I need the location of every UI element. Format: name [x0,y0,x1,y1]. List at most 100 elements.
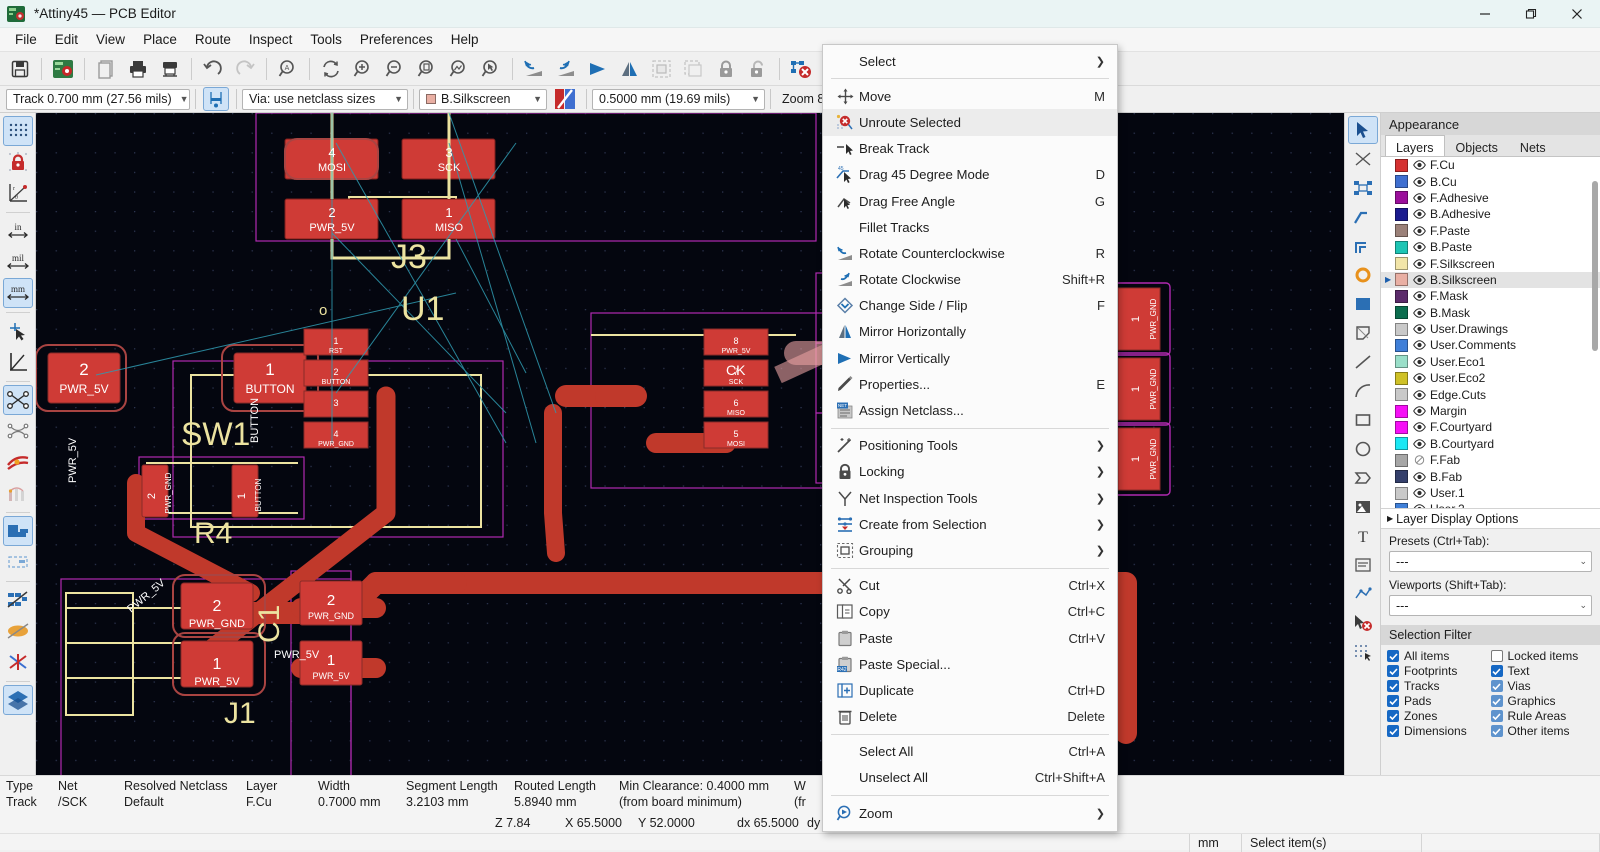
zone-fill-button[interactable] [3,616,33,646]
viewports-select[interactable]: --- ⌄ [1389,595,1592,616]
eye-icon[interactable] [1412,406,1427,416]
menu-item-copy[interactable]: CopyCtrl+C [823,599,1117,625]
eye-icon[interactable] [1412,357,1427,367]
eye-icon[interactable] [1412,226,1427,236]
menu-item-positioning-tools[interactable]: Positioning Tools❯ [823,433,1117,459]
via-size-select[interactable]: Via: use netclass sizes ▼ [242,89,408,110]
tab-objects[interactable]: Objects [1445,135,1509,156]
zoom-fit-selection-icon[interactable] [477,55,505,83]
eye-icon[interactable] [1412,242,1427,252]
layer-color-swatch[interactable] [1395,257,1408,270]
layer-row-f-adhesive[interactable]: F.Adhesive [1381,190,1600,206]
eye-icon[interactable] [1412,160,1427,170]
ratsnest-mode-button[interactable] [3,478,33,508]
eye-icon[interactable] [1412,308,1427,318]
menu-item-change-side-flip[interactable]: Change Side / FlipF [823,293,1117,319]
layer-row-user-eco1[interactable]: User.Eco1 [1381,354,1600,370]
track-fill-button[interactable] [3,516,33,546]
menu-item-duplicate[interactable]: DuplicateCtrl+D [823,677,1117,703]
layer-row-b-silkscreen[interactable]: ▶B.Silkscreen [1381,272,1600,288]
eye-icon[interactable] [1412,472,1427,482]
menu-item-mirror-vertically[interactable]: Mirror Vertically [823,345,1117,371]
layer-color-swatch[interactable] [1395,175,1408,188]
eye-off-icon[interactable] [1412,455,1427,465]
layer-color-swatch[interactable] [1395,421,1408,434]
find-icon[interactable]: A [274,55,302,83]
layer-row-b-courtyard[interactable]: B.Courtyard [1381,436,1600,452]
menu-item-drag-45-degree-mode[interactable]: 45Drag 45 Degree ModeD [823,162,1117,188]
tab-nets[interactable]: Nets [1509,135,1557,156]
track-width-auto-icon[interactable] [203,87,229,111]
selection-filter-tracks[interactable]: Tracks [1387,679,1491,693]
layer-color-swatch[interactable] [1395,273,1408,286]
layer-row-f-mask[interactable]: F.Mask [1381,288,1600,304]
close-button[interactable] [1554,0,1600,28]
draw-circle-button[interactable] [1348,435,1378,463]
layer-row-b-adhesive[interactable]: B.Adhesive [1381,206,1600,222]
selection-filter-all-items[interactable]: All items [1387,649,1491,663]
menu-item-properties[interactable]: Properties...E [823,371,1117,397]
draw-arc-button[interactable] [1348,377,1378,405]
add-via-button[interactable] [1348,261,1378,289]
eye-icon[interactable] [1412,259,1427,269]
plot-icon[interactable] [156,55,184,83]
layer-row-f-fab[interactable]: F.Fab [1381,452,1600,468]
menu-inspect[interactable]: Inspect [240,29,302,50]
menu-tools[interactable]: Tools [301,29,351,50]
menu-item-delete[interactable]: DeleteDelete [823,704,1117,730]
eye-icon[interactable] [1412,390,1427,400]
menu-place[interactable]: Place [134,29,186,50]
units-mm-button[interactable]: mm [3,278,33,308]
add-rule-area-button[interactable] [1348,319,1378,347]
mirror-vertical-icon[interactable] [584,55,612,83]
eye-icon[interactable] [1412,324,1427,334]
menu-item-grouping[interactable]: Grouping❯ [823,537,1117,563]
layer-color-swatch[interactable] [1395,323,1408,336]
presets-select[interactable]: --- ⌄ [1389,551,1592,572]
selection-filter-footprints[interactable]: Footprints [1387,664,1491,678]
draw-polygon-button[interactable] [1348,464,1378,492]
layer-color-swatch[interactable] [1395,388,1408,401]
layer-row-user-comments[interactable]: User.Comments [1381,337,1600,353]
print-icon[interactable] [124,55,152,83]
rotate-ccw-icon[interactable] [520,55,548,83]
curved-ratsnest-button[interactable] [3,416,33,446]
layer-list[interactable]: F.CuB.CuF.AdhesiveB.AdhesiveF.PasteB.Pas… [1381,157,1600,509]
eye-icon[interactable] [1412,422,1427,432]
contrast-mode-button[interactable] [3,685,33,715]
layer-row-f-cu[interactable]: F.Cu [1381,157,1600,173]
menu-item-paste[interactable]: PasteCtrl+V [823,625,1117,651]
tab-layers[interactable]: Layers [1385,135,1445,156]
place-footprint-button[interactable] [1348,174,1378,202]
toggle-rotation-button[interactable] [3,347,33,377]
menu-item-cut[interactable]: CutCtrl+X [823,573,1117,599]
layer-color-swatch[interactable] [1395,208,1408,221]
checkbox-icon[interactable] [1387,725,1399,737]
layer-row-edge-cuts[interactable]: Edge.Cuts [1381,386,1600,402]
mirror-horizontal-icon[interactable] [616,55,644,83]
checkbox-icon[interactable] [1491,725,1503,737]
menu-item-grid[interactable]: Grid❯ [823,826,1117,832]
route-track-button[interactable] [1348,203,1378,231]
menu-item-select-all[interactable]: Select AllCtrl+A [823,739,1117,765]
layer-row-f-paste[interactable]: F.Paste [1381,223,1600,239]
eye-icon[interactable] [1412,291,1427,301]
checkbox-icon[interactable] [1491,650,1503,662]
drc-icon[interactable] [787,55,815,83]
layer-row-f-silkscreen[interactable]: F.Silkscreen [1381,255,1600,271]
set-origin-button[interactable] [1348,638,1378,666]
zoom-out-icon[interactable] [381,55,409,83]
rotate-cw-icon[interactable] [552,55,580,83]
menu-item-unselect-all[interactable]: Unselect AllCtrl+Shift+A [823,765,1117,791]
add-image-button[interactable] [1348,493,1378,521]
eye-icon[interactable] [1412,439,1427,449]
selection-filter-dimensions[interactable]: Dimensions [1387,724,1491,738]
pcb-canvas[interactable]: 4 MOSI 3 SCK 2 PWR_5V 1 MISO 2 PWR_5V 1 … [36,113,1344,775]
menu-item-break-track[interactable]: Break Track [823,136,1117,162]
layer-color-swatch[interactable] [1395,470,1408,483]
eye-icon[interactable] [1412,504,1427,509]
layer-color-swatch[interactable] [1395,159,1408,172]
add-zone-button[interactable] [1348,290,1378,318]
menu-preferences[interactable]: Preferences [351,29,442,50]
menu-item-locking[interactable]: Locking❯ [823,459,1117,485]
